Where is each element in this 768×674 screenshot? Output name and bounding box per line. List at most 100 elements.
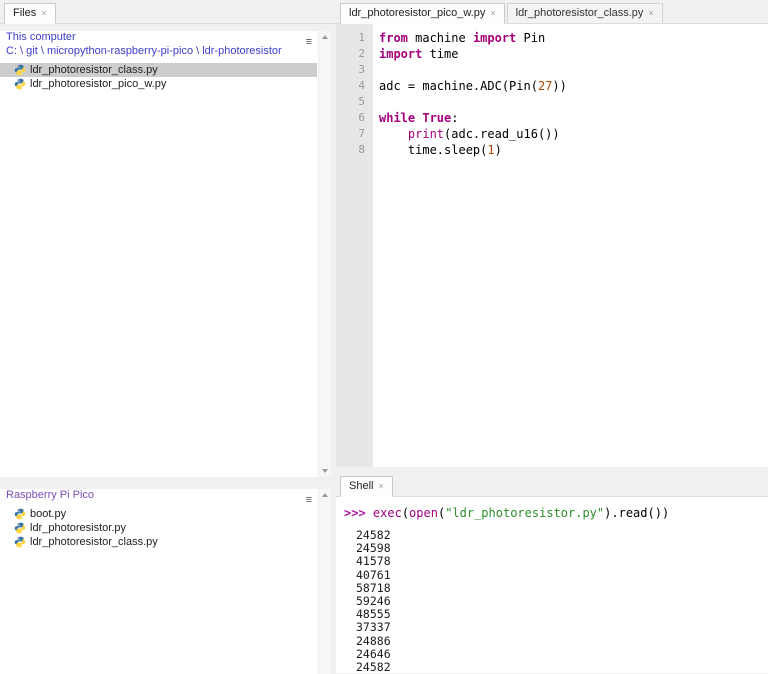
code-token: 27	[538, 79, 552, 93]
editor-tab-label: ldr_photoresistor_class.py	[516, 7, 644, 19]
python-file-icon	[14, 78, 26, 90]
code-token: from	[379, 31, 408, 45]
panel-menu-icon[interactable]: ≡	[306, 495, 312, 506]
file-list-item[interactable]: ldr_photoresistor_class.py	[0, 63, 317, 77]
files-computer-scrollbar[interactable]	[318, 31, 331, 477]
computer-file-list: ldr_photoresistor_class.py ldr_photoresi…	[0, 63, 331, 91]
code-token: adc = machine.ADC(Pin(	[379, 79, 538, 93]
editor-tab[interactable]: ldr_photoresistor_class.py ×	[507, 3, 663, 23]
shell-output-value: 58718	[344, 582, 768, 595]
shell-output-value: 24646	[344, 648, 768, 661]
code-token: ))	[552, 79, 566, 93]
files-pico-panel: Raspberry Pi Pico boot.py ldr_photoresis…	[0, 489, 331, 674]
files-tabbar: Files ×	[0, 0, 336, 24]
code-token: (adc.read_u16())	[444, 127, 560, 141]
computer-header-link[interactable]: This computer	[6, 31, 331, 44]
code-token: open	[409, 506, 438, 520]
shell-output-value: 59246	[344, 595, 768, 608]
file-list-item[interactable]: boot.py	[0, 507, 317, 521]
code-token: (	[402, 506, 409, 520]
editor-tabbar: ldr_photoresistor_pico_w.py×ldr_photores…	[336, 0, 768, 24]
shell-prompt-line: >>> exec(open("ldr_photoresistor.py").re…	[344, 505, 768, 521]
editor-tab-label: ldr_photoresistor_pico_w.py	[349, 7, 485, 19]
files-computer-panel: This computer C: \ git \ micropython-ras…	[0, 31, 331, 477]
shell-output: 2458224598415784076158718592464855537337…	[344, 529, 768, 673]
editor-shell-sash[interactable]	[336, 467, 768, 475]
scroll-down-icon[interactable]	[322, 469, 328, 473]
code-token: ).read())	[604, 506, 669, 520]
shell-output-value: 24582	[344, 529, 768, 542]
line-number: 2	[336, 46, 373, 62]
files-pico-scrollbar[interactable]	[318, 489, 331, 674]
files-view: Files × This computer C: \ git \ micropy…	[0, 0, 336, 674]
panel-menu-icon[interactable]: ≡	[306, 37, 312, 48]
shell-output-value: 40761	[344, 569, 768, 582]
code-token: exec	[373, 506, 402, 520]
thonny-ide-window: Files × This computer C: \ git \ micropy…	[0, 0, 768, 674]
shell-output-value: 37337	[344, 621, 768, 634]
scroll-up-icon[interactable]	[322, 493, 328, 497]
scroll-up-icon[interactable]	[322, 35, 328, 39]
shell-output-value: 48555	[344, 608, 768, 621]
editor-tab[interactable]: ldr_photoresistor_pico_w.py ×	[340, 3, 505, 24]
code-line: from machine import Pin	[379, 30, 768, 46]
code-token: "ldr_photoresistor.py"	[445, 506, 604, 520]
code-editor[interactable]: 12345678 from machine import Pinimport t…	[336, 24, 768, 467]
close-icon[interactable]: ×	[41, 9, 46, 18]
tab-files[interactable]: Files ×	[4, 3, 56, 24]
python-file-icon	[14, 522, 26, 534]
python-file-icon	[14, 64, 26, 76]
shell-output-value: 24598	[344, 542, 768, 555]
code-token: True	[422, 111, 451, 125]
python-file-icon	[14, 536, 26, 548]
code-token: :	[451, 111, 458, 125]
line-number-gutter: 12345678	[336, 24, 373, 467]
code-token: machine	[408, 31, 473, 45]
code-token	[379, 127, 408, 141]
file-name-label: ldr_photoresistor.py	[30, 522, 126, 534]
code-token: import	[379, 47, 422, 61]
python-file-icon	[14, 508, 26, 520]
editor-shell-area: ldr_photoresistor_pico_w.py×ldr_photores…	[336, 0, 768, 674]
line-number: 5	[336, 94, 373, 110]
panel-sash[interactable]	[0, 477, 336, 482]
file-name-label: ldr_photoresistor_class.py	[30, 64, 158, 76]
tab-shell[interactable]: Shell ×	[340, 476, 393, 497]
shell-output-value: 41578	[344, 555, 768, 568]
code-token: time	[422, 47, 458, 61]
line-number: 3	[336, 62, 373, 78]
shell-pane[interactable]: >>> exec(open("ldr_photoresistor.py").re…	[336, 497, 768, 673]
code-line: adc = machine.ADC(Pin(27))	[379, 78, 768, 94]
file-list-item[interactable]: ldr_photoresistor_class.py	[0, 535, 317, 549]
pico-file-list: boot.py ldr_photoresistor.py ldr_photore…	[0, 507, 331, 549]
shell-output-value: 24582	[344, 661, 768, 673]
code-token: time.sleep(	[379, 143, 487, 157]
code-line	[379, 94, 768, 110]
line-number: 4	[336, 78, 373, 94]
code-token: Pin	[516, 31, 545, 45]
line-number: 8	[336, 142, 373, 158]
tab-shell-label: Shell	[349, 480, 373, 492]
file-list-item[interactable]: ldr_photoresistor_pico_w.py	[0, 77, 317, 91]
code-line: time.sleep(1)	[379, 142, 768, 158]
breadcrumb[interactable]: C: \ git \ micropython-raspberry-pi-pico…	[6, 45, 331, 58]
line-number: 6	[336, 110, 373, 126]
code-line: import time	[379, 46, 768, 62]
pico-header-link[interactable]: Raspberry Pi Pico	[6, 489, 331, 502]
shell-output-value: 24886	[344, 635, 768, 648]
close-icon[interactable]: ×	[648, 9, 653, 18]
code-text-area[interactable]: from machine import Pinimport timeadc = …	[373, 24, 768, 467]
file-list-item[interactable]: ldr_photoresistor.py	[0, 521, 317, 535]
line-number: 1	[336, 30, 373, 46]
code-token: import	[473, 31, 516, 45]
code-line: print(adc.read_u16())	[379, 126, 768, 142]
close-icon[interactable]: ×	[378, 482, 383, 491]
close-icon[interactable]: ×	[490, 9, 495, 18]
file-name-label: ldr_photoresistor_pico_w.py	[30, 78, 166, 90]
shell-prompt: >>>	[344, 506, 373, 520]
code-line	[379, 62, 768, 78]
file-name-label: ldr_photoresistor_class.py	[30, 536, 158, 548]
tab-files-label: Files	[13, 7, 36, 19]
line-number: 7	[336, 126, 373, 142]
code-token: )	[495, 143, 502, 157]
